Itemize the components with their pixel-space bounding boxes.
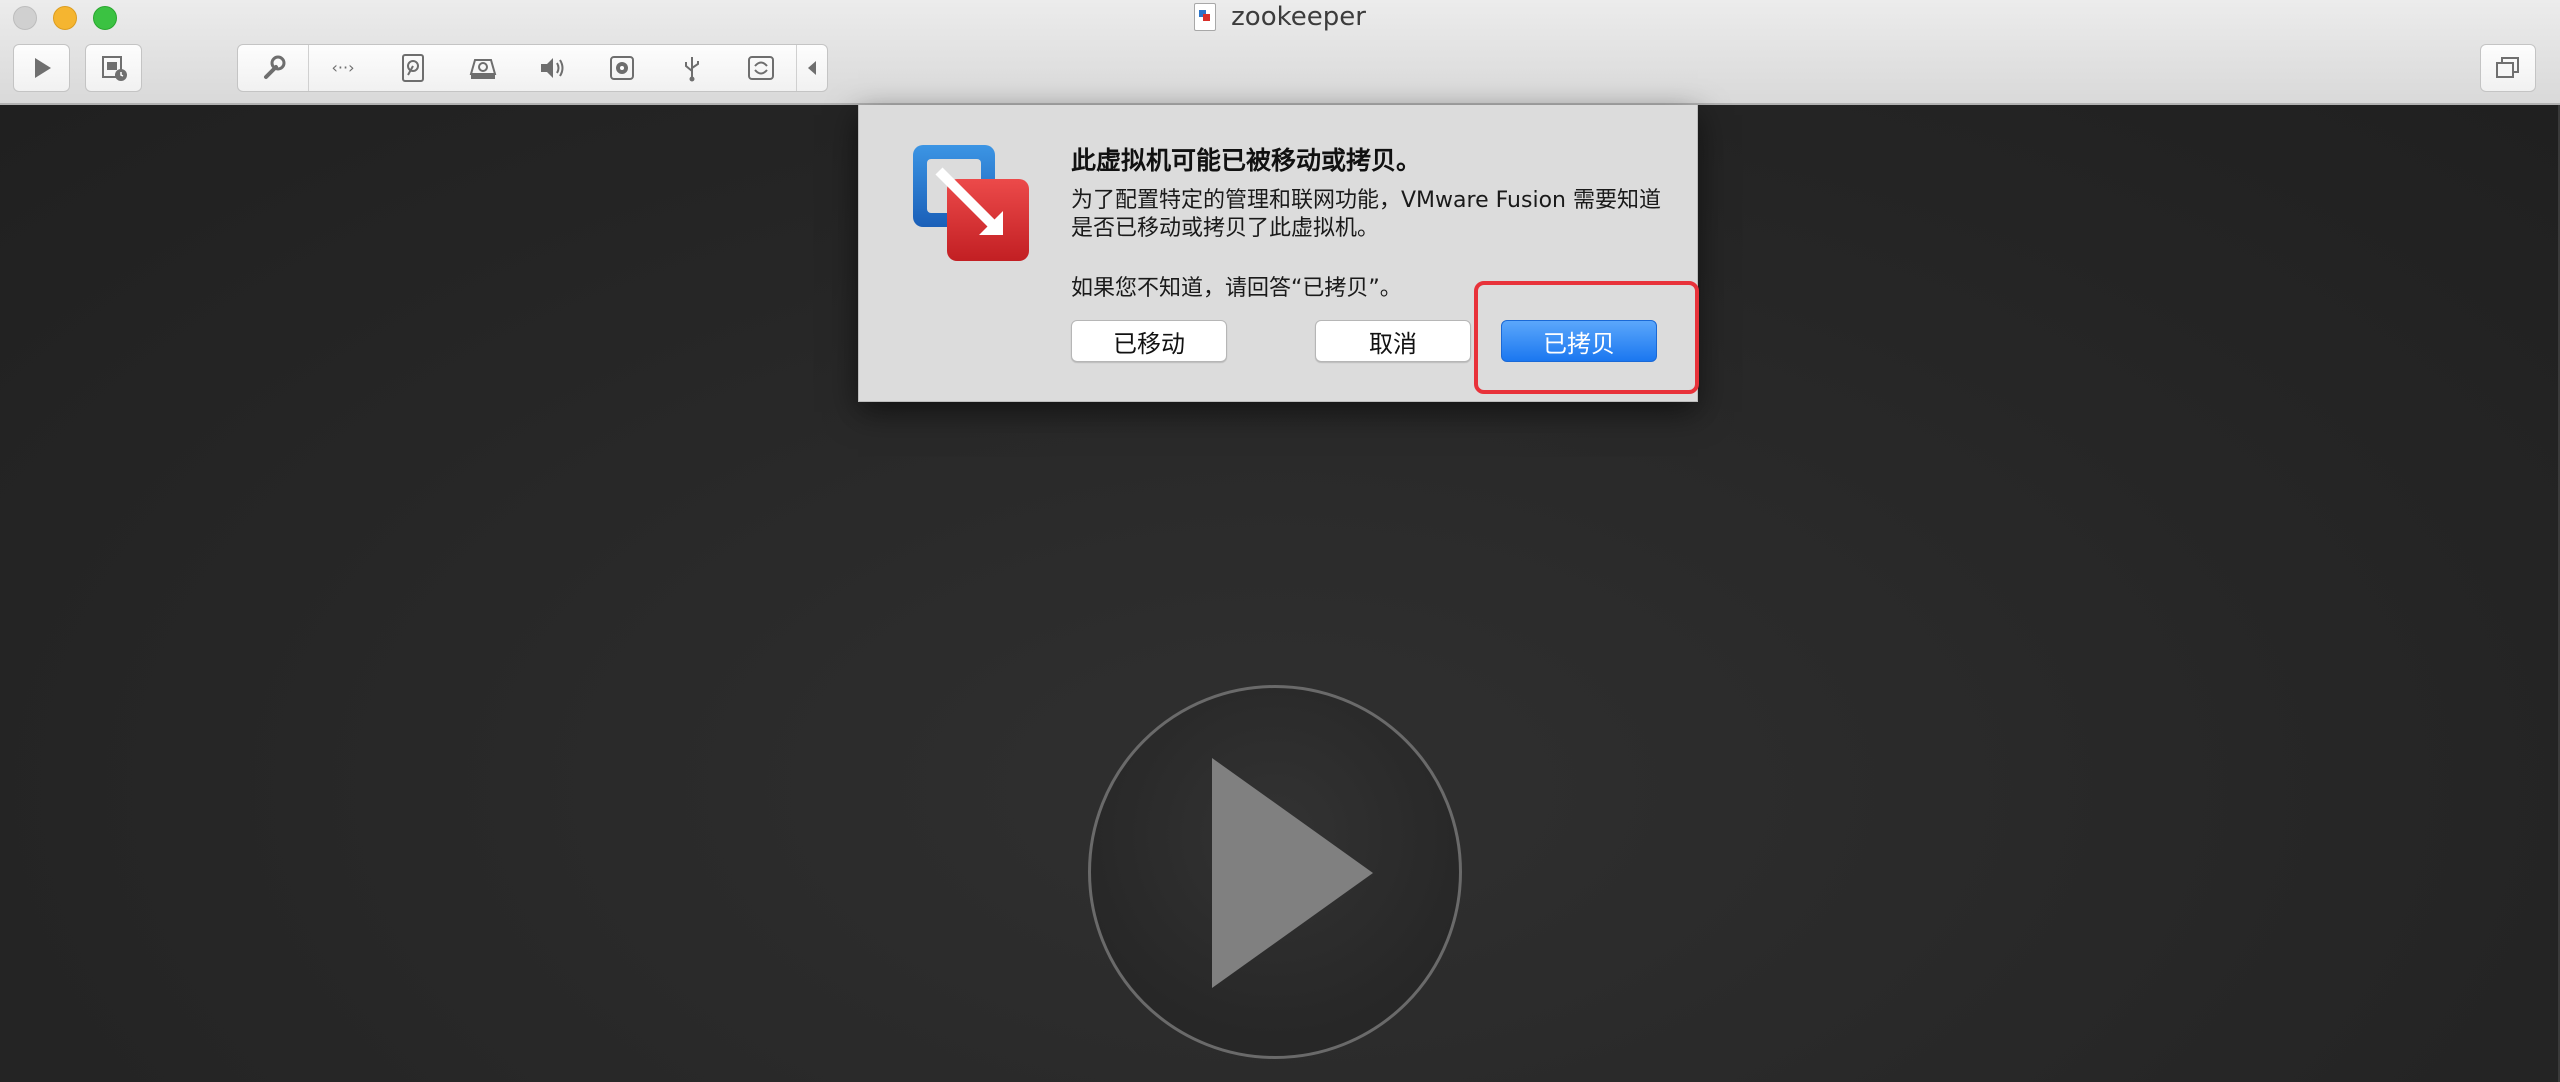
collapse-toolbar-button[interactable] [796,45,827,91]
window-title: zookeeper [0,2,2560,36]
vm-moved-or-copied-dialog: 此虚拟机可能已被移动或拷贝。 为了配置特定的管理和联网功能，VMware Fus… [858,105,1698,402]
vmware-fusion-icon [913,145,1029,261]
settings-button[interactable] [238,45,309,91]
dialog-title: 此虚拟机可能已被移动或拷贝。 [1071,146,1422,175]
window-titlebar: zookeeper ‹··› [0,0,2560,105]
sound-icon [541,58,564,78]
usb-button[interactable] [657,45,727,91]
snapshot-icon [101,56,127,81]
dialog-message: 为了配置特定的管理和联网功能，VMware Fusion 需要知道是否已移动或拷… [1071,188,1661,241]
copied-button[interactable]: 已拷贝 [1501,320,1657,362]
camera-button[interactable] [587,45,657,91]
vm-settings-toolbar-group: ‹··› [237,44,828,92]
camera-icon [610,56,635,80]
play-button[interactable] [13,44,70,92]
snapshot-button[interactable] [85,44,142,92]
chevron-left-icon [808,61,817,75]
dialog-hint: 如果您不知道，请回答“已拷贝”。 [1071,276,1402,301]
fullscreen-button[interactable] [2480,44,2536,92]
network-button[interactable]: ‹··› [309,45,379,91]
hard-disk-icon [402,54,425,82]
window-title-text: zookeeper [1231,2,1366,32]
vm-document-icon [1194,3,1217,31]
wrench-icon [263,55,286,79]
play-icon [1212,758,1373,988]
play-icon [34,58,51,78]
start-vm-button[interactable] [1088,685,1462,1059]
usb-icon [684,57,699,82]
optical-drive-button[interactable] [448,45,518,91]
network-icon: ‹··› [332,58,355,77]
cancel-button[interactable]: 取消 [1315,320,1471,362]
sync-icon [748,56,775,80]
sound-button[interactable] [518,45,588,91]
svg-text:‹··›: ‹··› [332,58,355,77]
hard-disk-button[interactable] [378,45,448,91]
fullscreen-icon [2496,57,2519,78]
optical-drive-icon [469,59,497,79]
moved-button[interactable]: 已移动 [1071,320,1227,362]
sync-button[interactable] [726,45,796,91]
